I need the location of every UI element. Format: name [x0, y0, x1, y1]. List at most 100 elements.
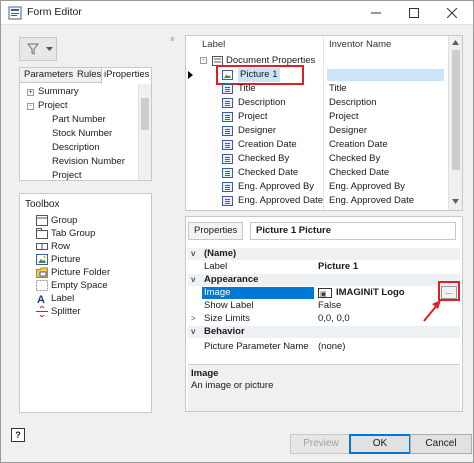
tree-row-description[interactable]: Description Description: [186, 96, 446, 110]
tree-row-project[interactable]: Project Project: [186, 110, 446, 124]
splitter-icon: [36, 306, 48, 317]
empty-space-icon: [36, 280, 48, 291]
tree-row-name: Creation Date: [329, 139, 388, 150]
vertical-splitter[interactable]: [171, 37, 174, 41]
field-icon: [222, 154, 233, 164]
property-description: Image An image or picture: [188, 364, 460, 411]
collapse-root-icon[interactable]: -: [200, 57, 207, 64]
filter-button[interactable]: [19, 37, 57, 61]
tree-item-revision-number[interactable]: Revision Number: [52, 155, 125, 169]
tab-properties[interactable]: Properties: [188, 222, 244, 240]
form-editor-window: Form Editor Parameters Rules iProperties…: [0, 0, 474, 463]
tree-row-label: Eng. Approved By: [238, 181, 315, 192]
minimize-button[interactable]: [357, 1, 395, 25]
tool-group-label: Group: [51, 215, 78, 226]
tab-iproperties[interactable]: iProperties: [101, 67, 153, 84]
column-header-inventor-name[interactable]: Inventor Name: [329, 39, 391, 50]
svg-text:▣: ▣: [320, 291, 327, 298]
cancel-button[interactable]: Cancel: [410, 434, 472, 454]
category-name[interactable]: v (Name): [188, 248, 460, 260]
tree-row-label: Description: [238, 97, 286, 108]
field-icon: [222, 112, 233, 122]
tree-row-name: Eng. Approved By: [329, 181, 406, 192]
expand-summary-icon[interactable]: +: [27, 89, 34, 96]
tree-row-eng-approved-by[interactable]: Eng. Approved By Eng. Approved By: [186, 180, 446, 194]
help-button[interactable]: ?: [11, 428, 25, 442]
left-tree-scroll-thumb[interactable]: [141, 98, 149, 130]
tree-item-stock-number[interactable]: Stock Number: [52, 127, 112, 141]
tree-item-summary[interactable]: Summary: [38, 85, 79, 99]
tree-row-name: Checked Date: [329, 167, 390, 178]
property-row-label[interactable]: Label Picture 1: [188, 261, 460, 273]
window-title: Form Editor: [27, 6, 82, 18]
property-row-image[interactable]: Image ▣ IMAGINiT Logo ...: [188, 286, 460, 299]
tool-empty-space-label: Empty Space: [51, 280, 108, 291]
toolbox-panel: Toolbox Group Tab Group Row Picture Pict…: [19, 193, 152, 413]
app-icon: [8, 6, 22, 20]
tree-row-creation-date[interactable]: Creation Date Creation Date: [186, 138, 446, 152]
tab-rules[interactable]: Rules: [75, 68, 103, 83]
property-row-size-limits[interactable]: > Size Limits 0,0, 0,0: [188, 313, 460, 325]
property-value: 0,0, 0,0: [318, 313, 350, 324]
tree-row-checked-date[interactable]: Checked Date Checked Date: [186, 166, 446, 180]
annotation-arrow-icon: [423, 300, 441, 322]
property-key: Size Limits: [204, 313, 250, 324]
property-key: Image: [204, 287, 231, 298]
tree-row-designer[interactable]: Designer Designer: [186, 124, 446, 138]
tree-item-description[interactable]: Description: [52, 141, 100, 155]
field-icon: [222, 126, 233, 136]
minimize-icon: [371, 12, 381, 14]
scroll-down-icon[interactable]: [452, 199, 459, 204]
filter-icon: [27, 43, 39, 55]
ok-button[interactable]: OK: [349, 434, 411, 454]
image-thumbnail-icon: ▣: [318, 288, 332, 298]
collapse-project-icon[interactable]: -: [27, 103, 34, 110]
picture-folder-icon: [36, 267, 48, 278]
scroll-up-icon[interactable]: [452, 40, 459, 45]
document-tree-scroll-thumb[interactable]: [452, 50, 460, 170]
picture-icon: [36, 254, 48, 265]
field-icon: [222, 182, 233, 192]
category-appearance[interactable]: v Appearance: [188, 274, 460, 286]
tree-item-project[interactable]: Project: [38, 99, 68, 113]
field-icon: [222, 140, 233, 150]
close-button[interactable]: [433, 1, 471, 25]
preview-button[interactable]: Preview: [290, 434, 352, 454]
tree-row-eng-approved-date[interactable]: Eng. Approved Date Eng. Approved Date: [186, 194, 446, 208]
document-tree-scrollbar[interactable]: [448, 36, 462, 210]
property-key: (Name): [204, 248, 237, 259]
left-tabs: Parameters Rules iProperties: [20, 67, 153, 84]
tree-item-part-number[interactable]: Part Number: [52, 113, 106, 127]
category-behavior[interactable]: v Behavior: [188, 326, 460, 338]
column-header-label[interactable]: Label: [202, 39, 225, 50]
tree-row-checked-by[interactable]: Checked By Checked By: [186, 152, 446, 166]
maximize-button[interactable]: [395, 1, 433, 25]
toolbox-title: Toolbox: [25, 199, 60, 210]
field-icon: [222, 84, 233, 94]
tree-row-title[interactable]: Title Title: [186, 82, 446, 96]
chevron-down-icon: [46, 47, 53, 51]
tool-splitter-label: Splitter: [51, 306, 81, 317]
tab-group-icon: [36, 228, 48, 239]
tree-row-label: Checked Date: [238, 167, 299, 178]
tab-parameters[interactable]: Parameters: [22, 68, 75, 83]
tree-row-name: Description: [329, 97, 377, 108]
property-row-show-label[interactable]: Show Label False: [188, 300, 460, 312]
description-title: Image: [191, 368, 219, 379]
tree-row-label: Designer: [238, 125, 277, 136]
property-value: False: [318, 300, 342, 311]
tree-item-project-prop[interactable]: Project: [52, 169, 82, 183]
tree-row-picture-1-name-cell: [327, 69, 444, 81]
bottom-bar: ? Preview OK Cancel: [1, 424, 473, 462]
tool-picture-folder-label: Picture Folder: [51, 267, 111, 278]
tool-label-label: Label: [51, 293, 75, 304]
property-row-picture-parameter[interactable]: Picture Parameter Name (none): [188, 341, 460, 353]
document-tree: Label Inventor Name - Document Propertie…: [185, 35, 463, 211]
label-icon: A: [37, 294, 45, 304]
parameters-panel: Parameters Rules iProperties + Summary -…: [19, 67, 153, 183]
tree-row-label: Title: [238, 83, 256, 94]
tree-row-name: Title: [329, 83, 347, 94]
tool-tab-group-label: Tab Group: [51, 228, 96, 239]
tree-row-name: Checked By: [329, 153, 381, 164]
left-tree-scrollbar[interactable]: [138, 84, 151, 180]
